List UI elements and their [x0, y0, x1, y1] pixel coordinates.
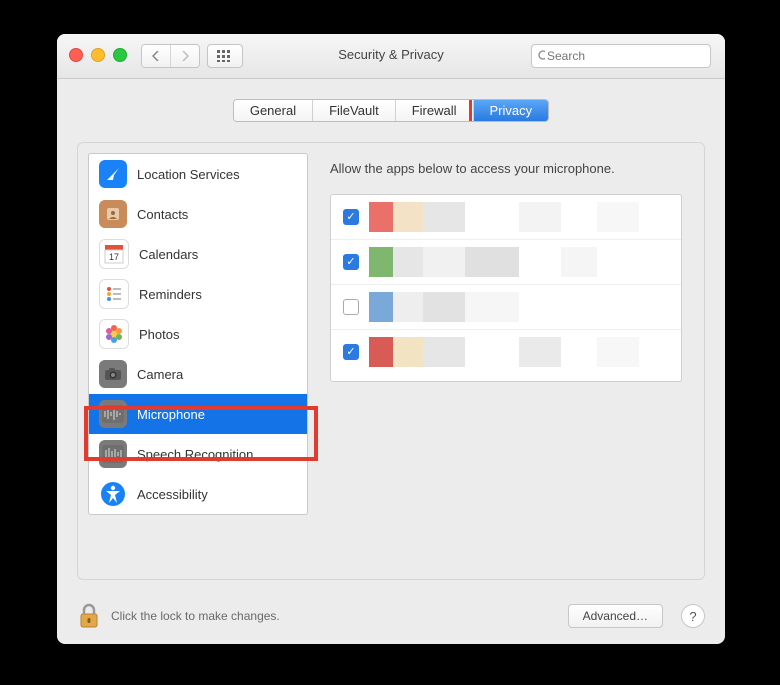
lock-icon: [77, 602, 101, 630]
lock-text: Click the lock to make changes.: [111, 609, 280, 623]
sidebar-item-reminders[interactable]: Reminders: [89, 274, 307, 314]
preferences-window: Security & Privacy General FileVault Fir…: [57, 34, 725, 644]
sidebar-item-label: Microphone: [137, 407, 205, 422]
sidebar-item-label: Photos: [139, 327, 179, 342]
help-button[interactable]: ?: [681, 604, 705, 628]
highlight-privacy-tab: Privacy: [469, 99, 550, 122]
speech-icon: [99, 440, 127, 468]
search-icon: [538, 50, 545, 62]
search-input[interactable]: [545, 48, 704, 64]
app-checkbox[interactable]: [343, 299, 359, 315]
sidebar-item-contacts[interactable]: Contacts: [89, 194, 307, 234]
sidebar-item-location[interactable]: Location Services: [89, 154, 307, 194]
lock-button[interactable]: [77, 602, 101, 630]
window-controls: [69, 48, 127, 62]
tab-filevault[interactable]: FileVault: [313, 100, 396, 121]
detail-pane: Allow the apps below to access your micr…: [308, 143, 704, 579]
back-button[interactable]: [142, 45, 171, 67]
minimize-window-button[interactable]: [91, 48, 105, 62]
accessibility-icon: [99, 480, 127, 508]
sidebar-item-label: Contacts: [137, 207, 188, 222]
close-window-button[interactable]: [69, 48, 83, 62]
contacts-icon: [99, 200, 127, 228]
sidebar-item-label: Camera: [137, 367, 183, 382]
privacy-panel: Location Services Contacts 17 Calendars: [77, 142, 705, 580]
sidebar-item-label: Location Services: [137, 167, 240, 182]
app-row: [331, 330, 681, 374]
tab-bar: General FileVault Firewall Privacy: [57, 99, 725, 122]
microphone-icon: [99, 400, 127, 428]
tab-general[interactable]: General: [234, 100, 313, 121]
zoom-window-button[interactable]: [113, 48, 127, 62]
app-checkbox[interactable]: [343, 209, 359, 225]
location-icon: [99, 160, 127, 188]
camera-icon: [99, 360, 127, 388]
chevron-right-icon: [181, 51, 189, 61]
app-checkbox[interactable]: [343, 254, 359, 270]
app-name-redacted: [369, 292, 669, 322]
detail-description: Allow the apps below to access your micr…: [330, 161, 682, 176]
nav-back-forward: [141, 44, 200, 68]
sidebar-item-label: Calendars: [139, 247, 198, 262]
app-list: [330, 194, 682, 382]
app-checkbox[interactable]: [343, 344, 359, 360]
show-all-button[interactable]: [207, 44, 243, 68]
app-name-redacted: [369, 247, 669, 277]
sidebar-item-label: Reminders: [139, 287, 202, 302]
tab-firewall[interactable]: Firewall: [396, 100, 474, 121]
photos-icon: [99, 319, 129, 349]
reminders-icon: [99, 279, 129, 309]
app-row: [331, 285, 681, 330]
app-name-redacted: [369, 337, 669, 367]
calendar-icon: 17: [99, 239, 129, 269]
sidebar-item-label: Speech Recognition: [137, 447, 253, 462]
footer: Click the lock to make changes. Advanced…: [57, 588, 725, 644]
forward-button[interactable]: [171, 45, 199, 67]
app-row: [331, 195, 681, 240]
app-name-redacted: [369, 202, 669, 232]
app-row: [331, 240, 681, 285]
sidebar-item-photos[interactable]: Photos: [89, 314, 307, 354]
search-field[interactable]: [531, 44, 711, 68]
sidebar-item-microphone[interactable]: Microphone: [89, 394, 307, 434]
svg-text:17: 17: [109, 252, 119, 262]
sidebar-item-calendars[interactable]: 17 Calendars: [89, 234, 307, 274]
sidebar-item-label: Accessibility: [137, 487, 208, 502]
sidebar-item-accessibility[interactable]: Accessibility: [89, 474, 307, 514]
tab-privacy[interactable]: Privacy: [474, 100, 549, 121]
grid-icon: [217, 50, 233, 62]
advanced-button[interactable]: Advanced…: [568, 604, 663, 628]
titlebar: Security & Privacy: [57, 34, 725, 79]
privacy-category-list: Location Services Contacts 17 Calendars: [88, 153, 308, 515]
help-icon: ?: [689, 609, 696, 624]
chevron-left-icon: [152, 51, 160, 61]
sidebar-item-camera[interactable]: Camera: [89, 354, 307, 394]
sidebar-item-speech[interactable]: Speech Recognition: [89, 434, 307, 474]
